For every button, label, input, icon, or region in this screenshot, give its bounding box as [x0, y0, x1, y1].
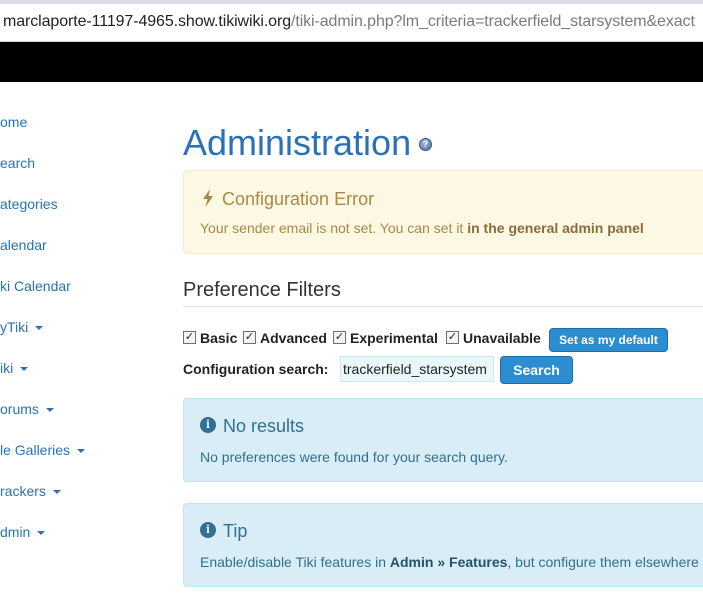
sidebar-item-trackers[interactable]: rackers	[0, 479, 61, 503]
sidebar-item-label: le Galleries	[0, 442, 71, 458]
sidebar-item-file-galleries[interactable]: le Galleries	[0, 438, 86, 462]
alert-body: Enable/disable Tiki features in Admin » …	[200, 554, 699, 570]
preference-filters-heading: Preference Filters	[183, 279, 341, 301]
chevron-down-icon	[37, 531, 46, 536]
general-admin-panel-link[interactable]: in the general admin panel	[467, 220, 644, 236]
configuration-search-label: Configuration search:	[183, 361, 329, 377]
sidebar-item-label: ki Calendar	[0, 278, 71, 294]
sidebar-item-calendar[interactable]: alendar	[0, 233, 47, 257]
tip-alert: i Tip Enable/disable Tiki features in Ad…	[183, 503, 703, 587]
breadcrumb-separator: »	[437, 554, 446, 570]
alert-heading: Configuration Error	[222, 189, 375, 209]
alert-heading: Tip	[223, 521, 248, 541]
experimental-checkbox[interactable]: ✓	[333, 331, 346, 344]
chevron-down-icon	[35, 326, 44, 331]
help-icon[interactable]: ?	[419, 138, 432, 151]
url-host: marclaporte-11197-4965.show.tikiwiki.org	[3, 13, 291, 30]
tip-text-prefix: Enable/disable Tiki features in	[200, 554, 386, 570]
info-icon: i	[200, 417, 216, 433]
sidebar-item-search[interactable]: earch	[0, 151, 35, 175]
experimental-label: Experimental	[350, 330, 438, 346]
alert-body: Your sender email is not set. You can se…	[200, 220, 644, 236]
chevron-down-icon	[77, 449, 86, 454]
browser-tab-strip	[0, 0, 703, 4]
info-icon: i	[200, 522, 216, 538]
sidebar-item-mytiki[interactable]: yTiki	[0, 315, 44, 339]
sidebar-item-categories[interactable]: ategories	[0, 192, 58, 216]
sidebar-item-label: dmin	[0, 524, 31, 540]
divider	[183, 306, 703, 307]
browser-url-bar[interactable]: marclaporte-11197-4965.show.tikiwiki.org…	[0, 0, 703, 42]
sidebar-item-label: earch	[0, 155, 36, 171]
url-text[interactable]: marclaporte-11197-4965.show.tikiwiki.org…	[3, 13, 695, 31]
sidebar-item-label: orums	[0, 401, 39, 417]
chevron-down-icon	[52, 490, 61, 495]
page-title: Administration	[183, 122, 412, 163]
sidebar-item-label: ome	[0, 114, 28, 130]
features-link[interactable]: Features	[449, 554, 507, 570]
basic-label: Basic	[200, 330, 238, 346]
configuration-error-alert: Configuration Error Your sender email is…	[183, 170, 703, 254]
admin-link[interactable]: Admin	[390, 554, 434, 570]
advanced-label: Advanced	[260, 330, 327, 346]
sidebar-item-label: yTiki	[0, 319, 29, 335]
set-as-my-default-button[interactable]: Set as my default	[549, 328, 668, 352]
lightning-bolt-icon	[203, 189, 213, 207]
sidebar-item-admin[interactable]: dmin	[0, 520, 46, 544]
sidebar-item-label: iki	[0, 360, 14, 376]
unavailable-label: Unavailable	[463, 330, 541, 346]
alert-body: No preferences were found for your searc…	[200, 449, 508, 465]
unavailable-checkbox[interactable]: ✓	[446, 331, 459, 344]
tip-text-suffix: , but configure them elsewhere	[507, 554, 699, 570]
url-path: /tiki-admin.php?lm_criteria=trackerfield…	[291, 13, 695, 30]
sidebar-menu: ome earch ategories alendar ki Calendar …	[0, 82, 170, 605]
alert-heading: No results	[223, 416, 305, 436]
top-navbar	[0, 42, 703, 82]
sidebar-item-tiki-calendar[interactable]: ki Calendar	[0, 274, 71, 298]
sidebar-item-label: alendar	[0, 237, 47, 253]
chevron-down-icon	[20, 367, 29, 372]
advanced-checkbox[interactable]: ✓	[243, 331, 256, 344]
sidebar-item-forums[interactable]: orums	[0, 397, 54, 421]
main-content: Administration ? Configuration Error You…	[183, 82, 703, 605]
no-results-alert: i No results No preferences were found f…	[183, 398, 703, 482]
basic-checkbox[interactable]: ✓	[183, 331, 196, 344]
configuration-search-input[interactable]	[340, 356, 494, 382]
chevron-down-icon	[45, 408, 54, 413]
sidebar-item-label: rackers	[0, 483, 46, 499]
search-button[interactable]: Search	[500, 356, 573, 384]
sidebar-item-home[interactable]: ome	[0, 110, 27, 134]
sidebar-item-label: ategories	[0, 196, 58, 212]
alert-text: Your sender email is not set. You can se…	[200, 220, 464, 236]
sidebar-item-wiki[interactable]: iki	[0, 356, 29, 380]
